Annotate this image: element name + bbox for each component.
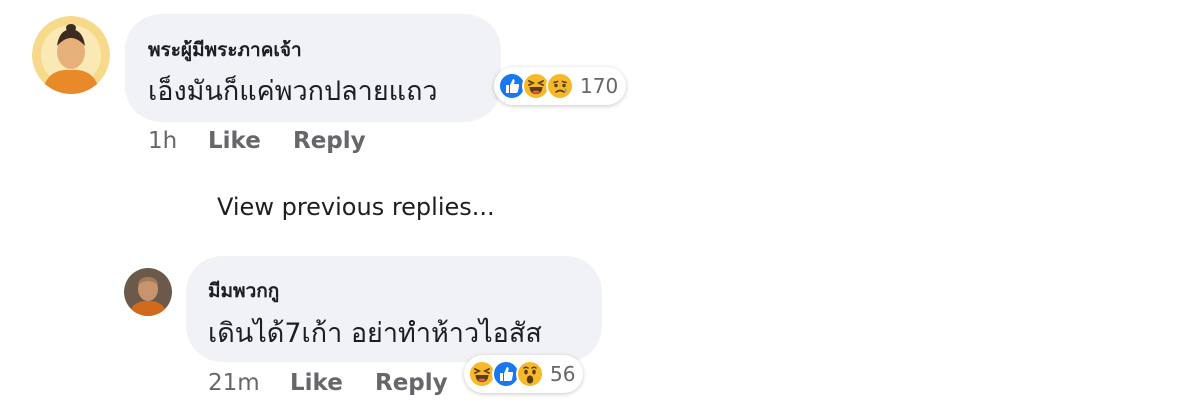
reaction-count: 56 — [550, 362, 576, 386]
reply-like-button[interactable]: Like — [290, 370, 343, 396]
reaction-count: 170 — [580, 74, 619, 98]
sad-icon — [546, 72, 574, 100]
reply-author-name[interactable]: มีมพวกกู — [208, 276, 279, 306]
like-button[interactable]: Like — [208, 128, 261, 154]
reply-reply-button[interactable]: Reply — [375, 370, 448, 396]
buddha-avatar-image — [32, 16, 110, 94]
commenter-avatar[interactable] — [32, 16, 110, 94]
monk-avatar-image — [124, 268, 172, 316]
comment-author-name[interactable]: พระผู้มีพระภาคเจ้า — [148, 35, 302, 65]
reply-text: เดินได้7เก้า อย่าทำห้าวไอสัส — [208, 318, 542, 349]
view-previous-replies-link[interactable]: View previous replies... — [217, 193, 495, 221]
comment-timestamp[interactable]: 1h — [148, 128, 177, 154]
comment-reactions[interactable]: 170 — [494, 67, 627, 105]
reply-button[interactable]: Reply — [293, 128, 366, 154]
comment-text: เอ็งมันก็แค่พวกปลายแถว — [148, 76, 438, 107]
reply-timestamp[interactable]: 21m — [208, 370, 260, 396]
wow-icon — [516, 360, 544, 388]
reply-reactions[interactable]: 56 — [464, 355, 584, 393]
reply-author-avatar[interactable] — [124, 268, 172, 316]
